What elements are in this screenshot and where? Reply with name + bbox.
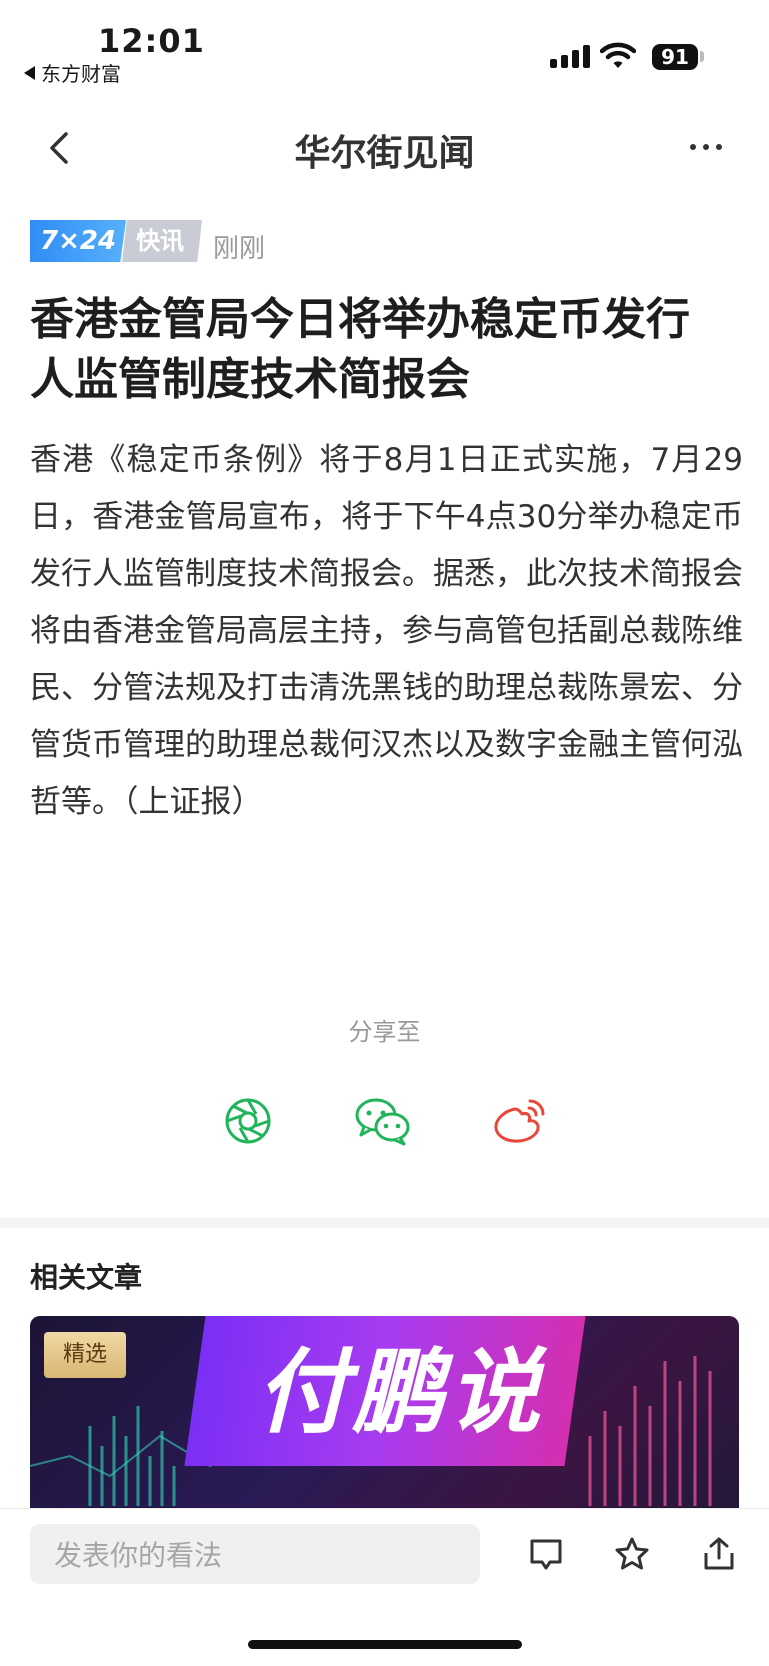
featured-badge: 精选 — [44, 1332, 126, 1378]
back-triangle-icon — [24, 65, 35, 80]
page-title: 华尔街见闻 — [294, 132, 475, 174]
wechat-icon[interactable] — [354, 1095, 412, 1147]
tag-7x24: 7×24 — [30, 220, 127, 262]
tag-flash: 快讯 — [122, 220, 203, 262]
back-to-app[interactable]: 东方财富 — [24, 58, 121, 87]
star-icon[interactable] — [614, 1536, 650, 1572]
share-label: 分享至 — [348, 1018, 421, 1046]
wifi-icon — [600, 42, 636, 68]
status-time: 12:01 — [98, 22, 205, 60]
share-icon[interactable] — [701, 1536, 737, 1572]
comment-icon[interactable] — [528, 1536, 564, 1572]
weibo-icon[interactable] — [492, 1095, 548, 1147]
comment-input[interactable]: 发表你的看法 — [30, 1524, 480, 1584]
battery-tip — [700, 51, 704, 62]
cellular-signal-icon — [550, 44, 590, 68]
article-time: 刚刚 — [213, 234, 266, 264]
home-indicator — [248, 1640, 522, 1649]
back-app-label: 东方财富 — [41, 62, 121, 86]
related-articles-title: 相关文章 — [30, 1261, 143, 1294]
moments-icon[interactable] — [222, 1095, 274, 1147]
article-headline: 香港金管局今日将举办稳定币发行人监管制度技术简报会 — [30, 294, 690, 405]
more-icon[interactable] — [690, 144, 722, 150]
battery-indicator: 91 — [652, 44, 698, 70]
article-body: 香港《稳定币条例》将于8月1日正式实施，7月29日，香港金管局宣布，将于下午4点… — [30, 442, 743, 820]
news-tag: 7×24 快讯 — [30, 220, 203, 262]
banner-title: 付鹏说 — [255, 1339, 544, 1446]
section-divider — [0, 1218, 769, 1228]
